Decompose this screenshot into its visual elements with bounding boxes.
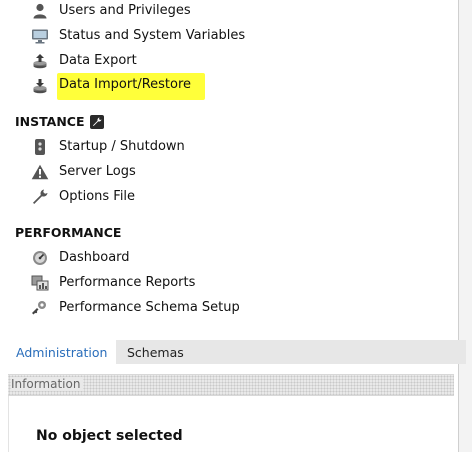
nav-item-startup-shutdown[interactable]: Startup / Shutdown bbox=[30, 136, 185, 158]
nav-item-label: Server Logs bbox=[59, 164, 136, 179]
editor-area-edge bbox=[459, 0, 472, 452]
section-title: INSTANCE bbox=[15, 114, 85, 129]
nav-item-performance-schema-setup[interactable]: Performance Schema Setup bbox=[30, 297, 240, 319]
dashboard-icon bbox=[30, 249, 50, 267]
nav-item-options-file[interactable]: Options File bbox=[30, 186, 135, 208]
monitor-icon bbox=[30, 27, 50, 45]
nav-item-performance-reports[interactable]: Performance Reports bbox=[30, 272, 195, 294]
wrench-icon bbox=[30, 188, 50, 206]
tab-label: Schemas bbox=[127, 344, 184, 360]
instance-wrench-icon bbox=[89, 114, 104, 129]
information-header-label: Information bbox=[11, 377, 84, 391]
nav-item-label: Performance Reports bbox=[59, 275, 196, 290]
nav-item-users-and-privileges[interactable]: Users and Privileges bbox=[30, 0, 191, 22]
nav-item-server-logs[interactable]: Server Logs bbox=[30, 161, 136, 183]
nav-item-data-export[interactable]: Data Export bbox=[30, 50, 137, 72]
no-object-selected-message: No object selected bbox=[36, 428, 183, 444]
import-icon bbox=[30, 77, 50, 95]
tab-label: Administration bbox=[16, 344, 108, 360]
nav-item-label: Data Import/Restore bbox=[57, 72, 206, 100]
nav-item-label: Users and Privileges bbox=[59, 3, 191, 18]
nav-item-label: Data Export bbox=[59, 53, 137, 68]
nav-item-label: Status and System Variables bbox=[59, 28, 246, 43]
nav-item-dashboard[interactable]: Dashboard bbox=[30, 247, 130, 269]
tab-administration[interactable]: Administration bbox=[8, 340, 116, 364]
navigator-tabs: Administration Schemas bbox=[8, 340, 466, 364]
nav-item-label: Performance Schema Setup bbox=[59, 300, 240, 315]
nav-item-label: Dashboard bbox=[59, 250, 130, 265]
section-title: PERFORMANCE bbox=[15, 225, 122, 240]
information-panel-header[interactable]: Information bbox=[8, 374, 454, 396]
warning-icon bbox=[30, 163, 50, 181]
nav-item-label: Options File bbox=[59, 189, 136, 204]
reports-icon bbox=[30, 274, 50, 292]
nav-item-label: Startup / Shutdown bbox=[59, 139, 185, 154]
nav-item-data-import-restore[interactable]: Data Import/Restore bbox=[30, 72, 206, 100]
nav-item-status-and-system-variables[interactable]: Status and System Variables bbox=[30, 25, 245, 47]
tab-schemas[interactable]: Schemas bbox=[116, 340, 466, 364]
server-power-icon bbox=[30, 138, 50, 156]
user-icon bbox=[30, 2, 50, 20]
navigator-panel: Users and Privileges Status and System V… bbox=[0, 0, 458, 340]
schema-setup-icon bbox=[30, 299, 50, 317]
section-header-performance: PERFORMANCE bbox=[15, 225, 121, 240]
export-icon bbox=[30, 52, 50, 70]
section-header-instance: INSTANCE bbox=[15, 114, 104, 129]
